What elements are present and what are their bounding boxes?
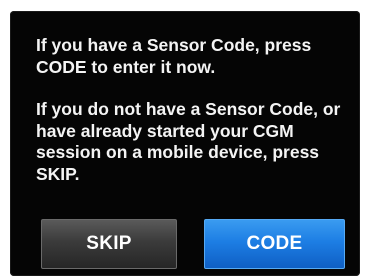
code-button[interactable]: CODE <box>204 219 345 269</box>
skip-button-label: SKIP <box>86 233 132 254</box>
device-screen: If you have a Sensor Code, press CODE to… <box>10 11 360 276</box>
skip-instruction: If you do not have a Sensor Code, or hav… <box>36 99 341 184</box>
skip-button[interactable]: SKIP <box>41 219 177 269</box>
code-button-label: CODE <box>246 233 303 254</box>
sensor-code-instruction: If you have a Sensor Code, press CODE to… <box>36 35 312 77</box>
instruction-message: If you have a Sensor Code, press CODE to… <box>36 35 346 185</box>
